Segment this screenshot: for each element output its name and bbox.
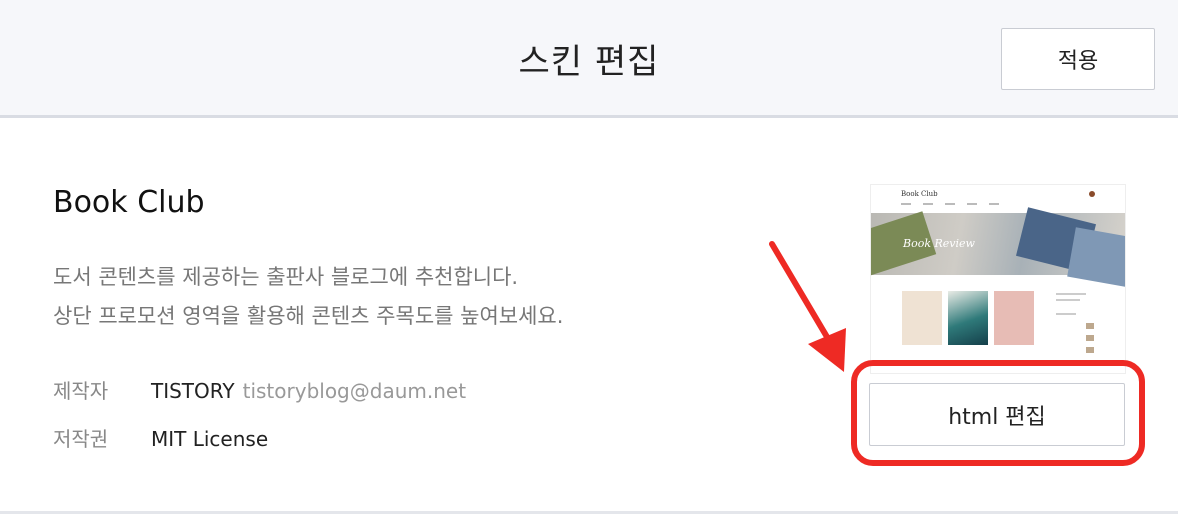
thumbnail-banner-text: Book Review <box>903 237 975 250</box>
thumbnail-sidebar-image <box>1086 323 1094 329</box>
thumbnail-logo: Book Club <box>901 190 938 198</box>
thumbnail-banner: Book Review <box>871 207 1125 289</box>
thumbnail-nav <box>901 203 1001 205</box>
divider <box>0 511 1178 514</box>
skin-description-line: 상단 프로모션 영역을 활용해 콘텐츠 주목도를 높여보세요. <box>53 304 564 328</box>
author-email: tistoryblog@daum.net <box>242 379 467 403</box>
author-row: 제작자 TISTORY tistoryblog@daum.net <box>53 375 466 404</box>
thumbnail-sidebar-image <box>1086 347 1094 353</box>
skin-preview-thumbnail: Book Club Book Review <box>870 184 1126 374</box>
thumbnail-card <box>902 291 942 345</box>
thumbnail-header: Book Club <box>871 185 1125 211</box>
skin-name: Book Club <box>53 185 205 220</box>
red-arrow-annotation-icon <box>769 241 846 372</box>
license-row: 저작권 MIT License <box>53 423 268 452</box>
thumbnail-card <box>948 291 988 345</box>
book-image <box>1067 227 1125 289</box>
author-name: TISTORY <box>151 379 235 403</box>
header-bar: 스킨 편집 적용 <box>0 0 1178 118</box>
thumbnail-card <box>994 291 1034 345</box>
license-label: 저작권 <box>53 427 109 451</box>
thumbnail-sidebar-line <box>1056 313 1076 315</box>
thumbnail-sidebar-image <box>1086 335 1094 341</box>
license-value: MIT License <box>151 427 269 451</box>
skin-description-line: 도서 콘텐츠를 제공하는 출판사 블로그에 추천합니다. <box>53 265 519 289</box>
thumbnail-sidebar-line <box>1056 293 1086 295</box>
author-label: 제작자 <box>53 379 109 403</box>
skin-description: 도서 콘텐츠를 제공하는 출판사 블로그에 추천합니다. 상단 프로모션 영역을… <box>53 258 563 336</box>
thumbnail-profile-icon <box>1089 191 1095 197</box>
thumbnail-sidebar-line <box>1056 299 1080 301</box>
apply-button[interactable]: 적용 <box>1001 28 1155 90</box>
html-edit-button[interactable]: html 편집 <box>869 383 1125 446</box>
